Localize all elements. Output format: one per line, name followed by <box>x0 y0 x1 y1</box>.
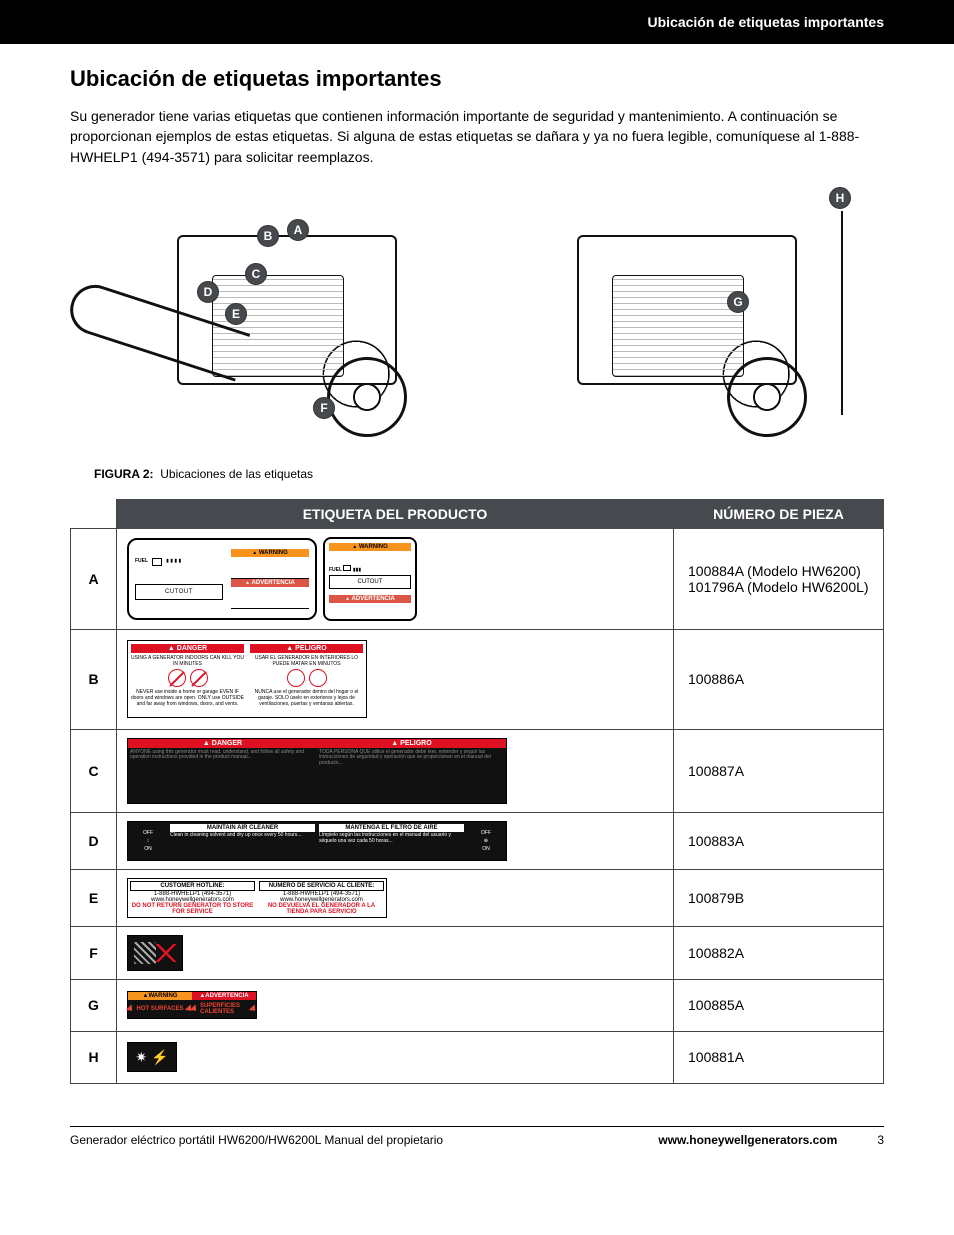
row-letter: E <box>71 869 117 926</box>
label-a-large: FUEL ▮ ▮ ▮ ▮ CUTOUT ▲ WARNING ▲ ADVERTEN… <box>127 538 317 620</box>
figure-caption: FIGURA 2: Ubicaciones de las etiquetas <box>94 467 884 481</box>
label-cell-g: ▲WARNINGHOT SURFACES ▲ADVERTENCIASUPERFI… <box>117 979 674 1031</box>
row-letter: G <box>71 979 117 1031</box>
footer-left: Generador eléctrico portátil HW6200/HW62… <box>70 1133 443 1147</box>
callout-c: C <box>245 263 267 285</box>
callout-g: G <box>727 291 749 313</box>
table-row: F 100882A <box>71 926 884 979</box>
table-row: G ▲WARNINGHOT SURFACES ▲ADVERTENCIASUPER… <box>71 979 884 1031</box>
row-letter: A <box>71 528 117 629</box>
footer: Generador eléctrico portátil HW6200/HW62… <box>70 1126 884 1167</box>
row-letter: H <box>71 1031 117 1083</box>
label-cell-f <box>117 926 674 979</box>
label-d: OFF↕ON MAINTAIN AIR CLEANERClean in clea… <box>127 821 507 861</box>
row-letter: B <box>71 629 117 729</box>
header-bar: Ubicación de etiquetas importantes <box>0 0 954 44</box>
th-product: ETIQUETA DEL PRODUCTO <box>117 499 674 528</box>
table-row: C ▲ DANGERANYONE using this generator mu… <box>71 729 884 812</box>
row-part: 100883A <box>674 812 884 869</box>
parts-table: ETIQUETA DEL PRODUCTO NÚMERO DE PIEZA A … <box>70 499 884 1084</box>
callout-f: F <box>313 397 335 419</box>
table-corner <box>71 499 117 528</box>
page-heading: Ubicación de etiquetas importantes <box>70 66 884 92</box>
label-e: CUSTOMER HOTLINE: 1-888-HWHELP1 (494-357… <box>127 878 387 918</box>
th-part: NÚMERO DE PIEZA <box>674 499 884 528</box>
label-cell-b: ▲ DANGER USING A GENERATOR INDOORS CAN K… <box>117 629 674 729</box>
label-cell-d: OFF↕ON MAINTAIN AIR CLEANERClean in clea… <box>117 812 674 869</box>
row-part: 100879B <box>674 869 884 926</box>
label-g: ▲WARNINGHOT SURFACES ▲ADVERTENCIASUPERFI… <box>127 991 257 1019</box>
row-part: 100887A <box>674 729 884 812</box>
row-part: 100881A <box>674 1031 884 1083</box>
callout-h: H <box>829 187 851 209</box>
row-part: 100882A <box>674 926 884 979</box>
figure-label: FIGURA 2: <box>94 467 154 481</box>
label-cell-a: FUEL ▮ ▮ ▮ ▮ CUTOUT ▲ WARNING ▲ ADVERTEN… <box>117 528 674 629</box>
row-part: 100885A <box>674 979 884 1031</box>
label-f <box>127 935 183 971</box>
intro-paragraph: Su generador tiene varias etiquetas que … <box>70 106 884 167</box>
label-c: ▲ DANGERANYONE using this generator must… <box>127 738 507 804</box>
table-row: A FUEL ▮ ▮ ▮ ▮ CUTOUT ▲ WARNING ▲ ADVERT <box>71 528 884 629</box>
row-letter: F <box>71 926 117 979</box>
figure-left: A B C D E F <box>97 185 457 455</box>
label-h: ✷ ⚡ <box>127 1042 177 1072</box>
label-a-small: ▲ WARNING FUEL ▮▮▮ CUTOUT ▲ ADVERTENCIA <box>323 537 417 621</box>
header-title: Ubicación de etiquetas importantes <box>648 14 885 30</box>
callout-d: D <box>197 281 219 303</box>
callout-e: E <box>225 303 247 325</box>
callout-a: A <box>287 219 309 241</box>
table-row: H ✷ ⚡ 100881A <box>71 1031 884 1083</box>
label-cell-c: ▲ DANGERANYONE using this generator must… <box>117 729 674 812</box>
figure-row: A B C D E F G H <box>70 185 884 455</box>
label-b: ▲ DANGER USING A GENERATOR INDOORS CAN K… <box>127 640 367 718</box>
callout-b: B <box>257 225 279 247</box>
footer-url: www.honeywellgenerators.com <box>658 1133 837 1147</box>
row-part: 100886A <box>674 629 884 729</box>
label-cell-e: CUSTOMER HOTLINE: 1-888-HWHELP1 (494-357… <box>117 869 674 926</box>
row-letter: D <box>71 812 117 869</box>
table-row: D OFF↕ON MAINTAIN AIR CLEANERClean in cl… <box>71 812 884 869</box>
figure-caption-text: Ubicaciones de las etiquetas <box>160 467 313 481</box>
table-row: E CUSTOMER HOTLINE: 1-888-HWHELP1 (494-3… <box>71 869 884 926</box>
label-cell-h: ✷ ⚡ <box>117 1031 674 1083</box>
row-part: 100884A (Modelo HW6200) 101796A (Modelo … <box>674 528 884 629</box>
figure-right: G H <box>497 185 857 455</box>
table-row: B ▲ DANGER USING A GENERATOR INDOORS CAN… <box>71 629 884 729</box>
footer-page: 3 <box>877 1133 884 1147</box>
row-letter: C <box>71 729 117 812</box>
